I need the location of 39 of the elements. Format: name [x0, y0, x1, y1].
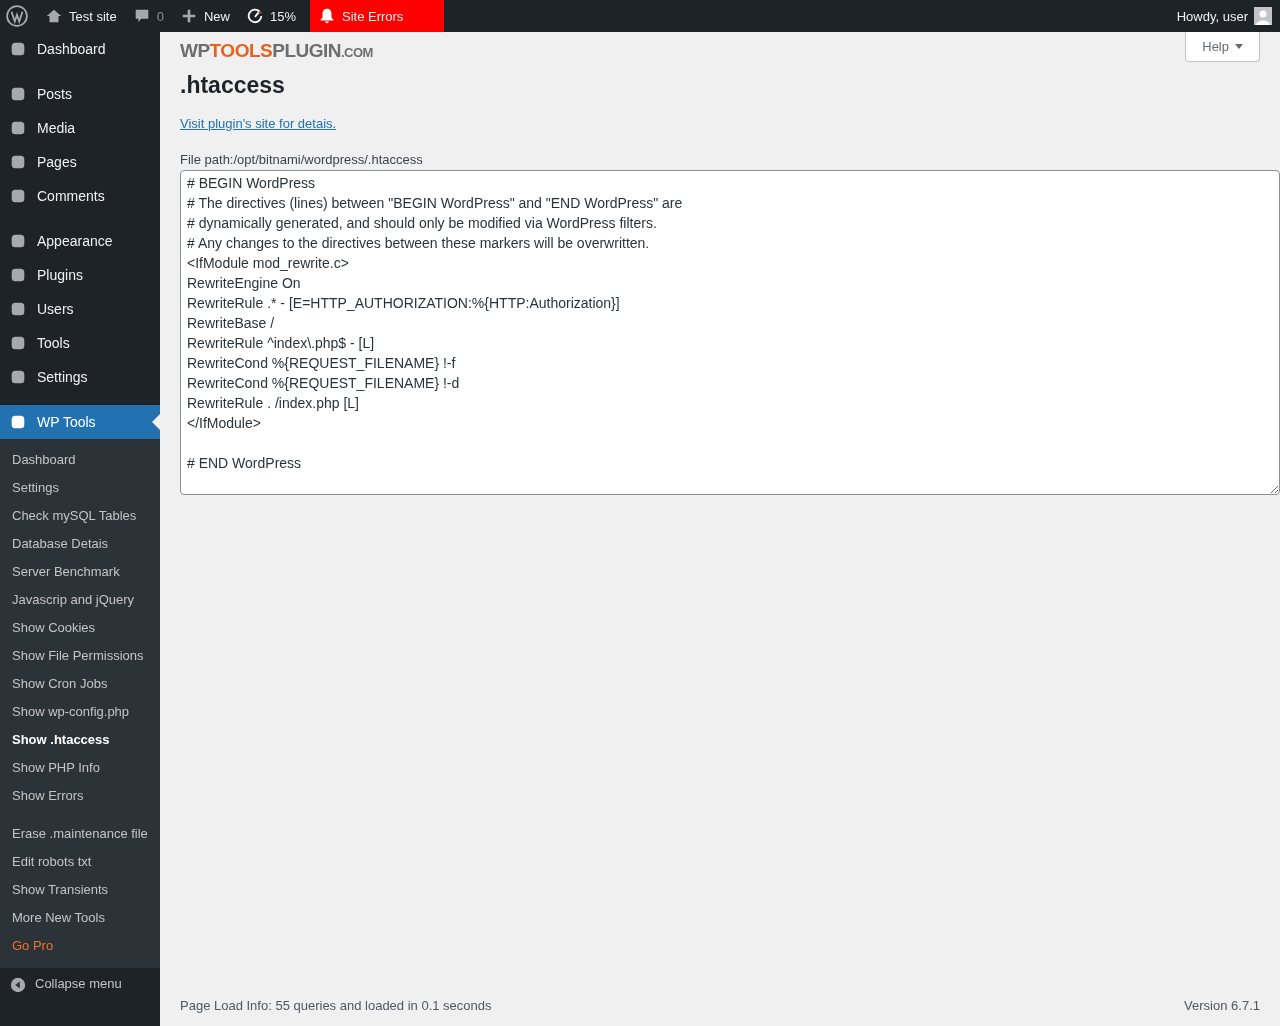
submenu-item[interactable]: Edit robots txt [0, 848, 160, 876]
menu-item[interactable]: WP Tools [0, 405, 160, 439]
wptoolsplugin-logo: WPTOOLSPLUGIN.COM [180, 40, 373, 62]
wordpress-logo-icon[interactable] [6, 5, 28, 27]
speed-link[interactable]: 15% [237, 0, 304, 32]
submenu-item[interactable]: Javascrip and jQuery [0, 586, 160, 614]
submenu-item[interactable]: Show PHP Info [0, 754, 160, 782]
comments-link[interactable]: 0 [124, 0, 172, 32]
site-errors-link[interactable]: Site Errors [309, 0, 444, 32]
page-load-info: Page Load Info: 55 queries and loaded in 0.1 seconds [180, 998, 492, 1013]
submenu-item[interactable]: Show wp-config.php [0, 698, 160, 726]
submenu-item[interactable]: Show .htaccess [0, 726, 160, 754]
submenu-item[interactable]: Erase .maintenance file [0, 820, 160, 848]
go-pro-link[interactable]: Go Pro [0, 932, 160, 960]
submenu-item[interactable]: Show Errors [0, 782, 160, 810]
submenu-item[interactable]: Show Cookies [0, 614, 160, 642]
home-icon [45, 7, 63, 25]
page-title: .htaccess [180, 72, 285, 99]
submenu-item[interactable]: Show File Permissions [0, 642, 160, 670]
submenu-item[interactable]: Database Detais [0, 530, 160, 558]
site-link[interactable]: Test site [37, 0, 125, 32]
htaccess-editor[interactable]: # BEGIN WordPress # The directives (lines) between "BEGIN WordPress" and "END WordPress" are # dynamically generated, and should only be modified via WordPress filters. # Any changes to the directives between these markers will be overwritten. <IfModule mod_rewrite.c> RewriteEngine On RewriteRule .* - [E=HTTP_AUTHORIZATION:%{HTTP:Authorization}] RewriteBase / RewriteRule ^index\.php$ - [L] RewriteCond %{REQUEST_FILENAME} !-f RewriteCond %{REQUEST_FILENAME} !-d RewriteRule . /index.php [L] </IfModule> # END WordPress [180, 170, 1280, 495]
submenu-item[interactable]: Check mySQL Tables [0, 502, 160, 530]
plugin-site-link[interactable]: Visit plugin's site for detais. [180, 116, 337, 131]
submenu-item[interactable]: Dashboard [0, 446, 160, 474]
collapse-menu-button[interactable]: Collapse menu [0, 968, 160, 1026]
submenu-item[interactable]: Settings [0, 474, 160, 502]
new-link[interactable]: New [171, 0, 238, 32]
submenu-item[interactable]: Server Benchmark [0, 558, 160, 586]
caret-icon [1235, 44, 1243, 49]
submenu-item[interactable]: Show Cron Jobs [0, 670, 160, 698]
collapse-icon [9, 976, 27, 994]
version-text: Version 6.7.1 [1184, 998, 1260, 1013]
submenu-item[interactable]: Show Transients [0, 876, 160, 904]
account-link[interactable]: Howdy, user [1168, 0, 1280, 32]
help-button[interactable]: Help [1185, 32, 1260, 62]
file-path-label: File path:/opt/bitnami/wordpress/.htaccess [180, 152, 423, 167]
submenu-item[interactable]: More New Tools [0, 904, 160, 932]
avatar-icon [1254, 7, 1272, 25]
